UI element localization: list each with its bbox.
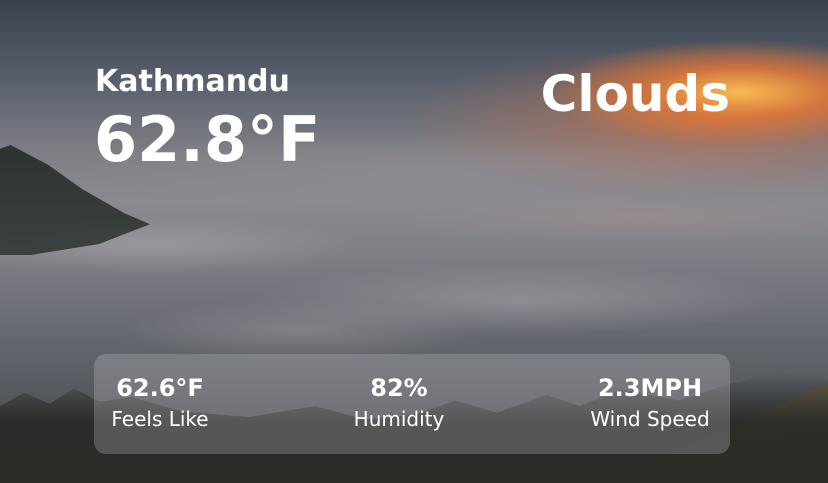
humidity-label: Humidity <box>353 407 445 431</box>
feels-like-value: 62.6°F <box>116 374 204 402</box>
wind-speed-value: 2.3MPH <box>597 374 703 402</box>
wind-speed-stat: 2.3MPH Wind Speed <box>582 372 718 434</box>
city-name: Kathmandu <box>95 64 290 99</box>
weather-condition: Clouds <box>540 65 730 123</box>
humidity-stat: 82% Humidity <box>349 372 449 434</box>
current-temperature: 62.8°F <box>94 103 321 176</box>
weather-details-panel: 62.6°F Feels Like 82% Humidity 2.3MPH Wi… <box>94 354 730 454</box>
feels-like-label: Feels Like <box>111 407 209 431</box>
feels-like-stat: 62.6°F Feels Like <box>108 372 212 434</box>
humidity-value: 82% <box>370 374 428 402</box>
weather-background: Kathmandu 62.8°F Clouds 62.6°F Feels Lik… <box>0 0 828 483</box>
wind-speed-label: Wind Speed <box>590 407 710 431</box>
